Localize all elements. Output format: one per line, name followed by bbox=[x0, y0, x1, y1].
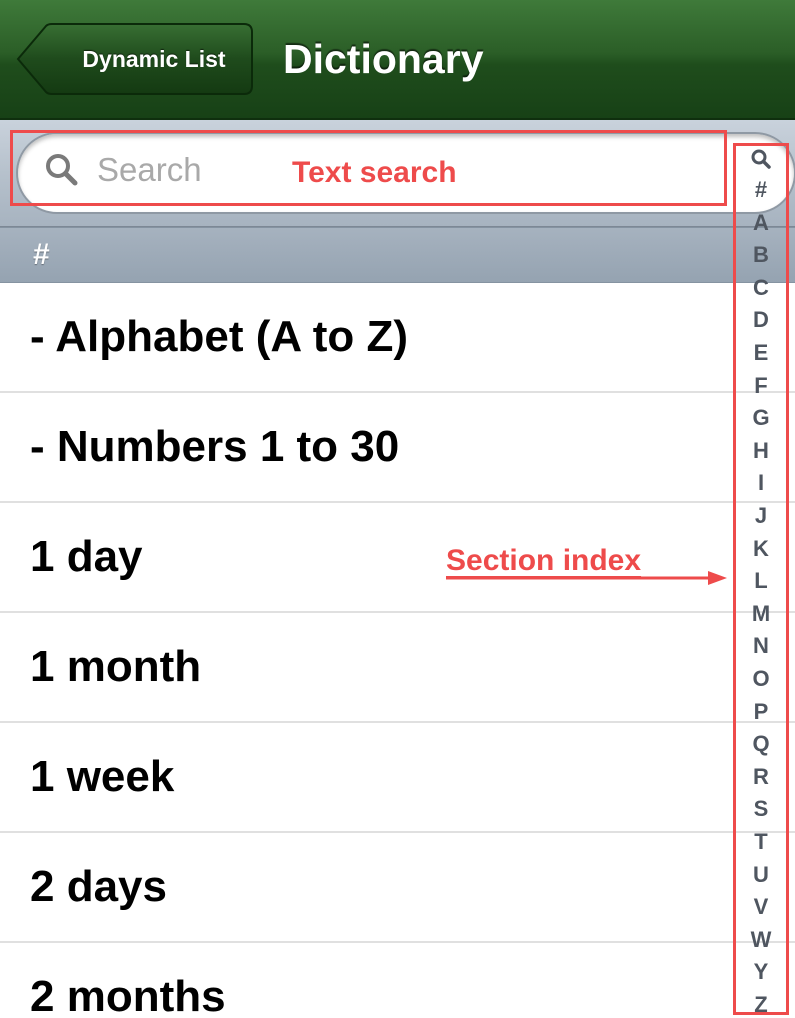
annotation-arrow bbox=[446, 571, 727, 585]
page-title: Dictionary bbox=[283, 36, 484, 82]
text-search-annotation-label: Text search bbox=[292, 156, 457, 189]
list-item-label: 2 days bbox=[30, 862, 167, 911]
navigation-bar: Dynamic List Dictionary bbox=[0, 0, 795, 120]
list-item-label: 1 week bbox=[30, 752, 175, 801]
list-item[interactable]: 2 days bbox=[0, 833, 795, 943]
back-button-label: Dynamic List bbox=[82, 46, 226, 72]
list-item[interactable]: 1 day bbox=[0, 503, 795, 613]
list-item-label: 1 month bbox=[30, 642, 202, 691]
list-item-label: - Alphabet (A to Z) bbox=[30, 312, 408, 361]
back-button[interactable]: Dynamic List bbox=[16, 23, 254, 95]
list-item[interactable]: 2 months bbox=[0, 943, 795, 1018]
list-item-label: - Numbers 1 to 30 bbox=[30, 422, 400, 471]
section-header: # bbox=[0, 227, 795, 283]
list-item[interactable]: - Numbers 1 to 30 bbox=[0, 393, 795, 503]
section-header-label: # bbox=[33, 238, 50, 271]
dictionary-list: - Alphabet (A to Z) - Numbers 1 to 30 1 … bbox=[0, 283, 795, 1018]
screen: Dynamic List Dictionary Search # - Alpha… bbox=[0, 0, 795, 1018]
list-item-label: 2 months bbox=[30, 972, 226, 1018]
list-item[interactable]: 1 month bbox=[0, 613, 795, 723]
list-item[interactable]: - Alphabet (A to Z) bbox=[0, 283, 795, 393]
list-item-label: 1 day bbox=[30, 532, 143, 581]
section-index-annotation-box bbox=[733, 143, 789, 1015]
list-item[interactable]: 1 week bbox=[0, 723, 795, 833]
